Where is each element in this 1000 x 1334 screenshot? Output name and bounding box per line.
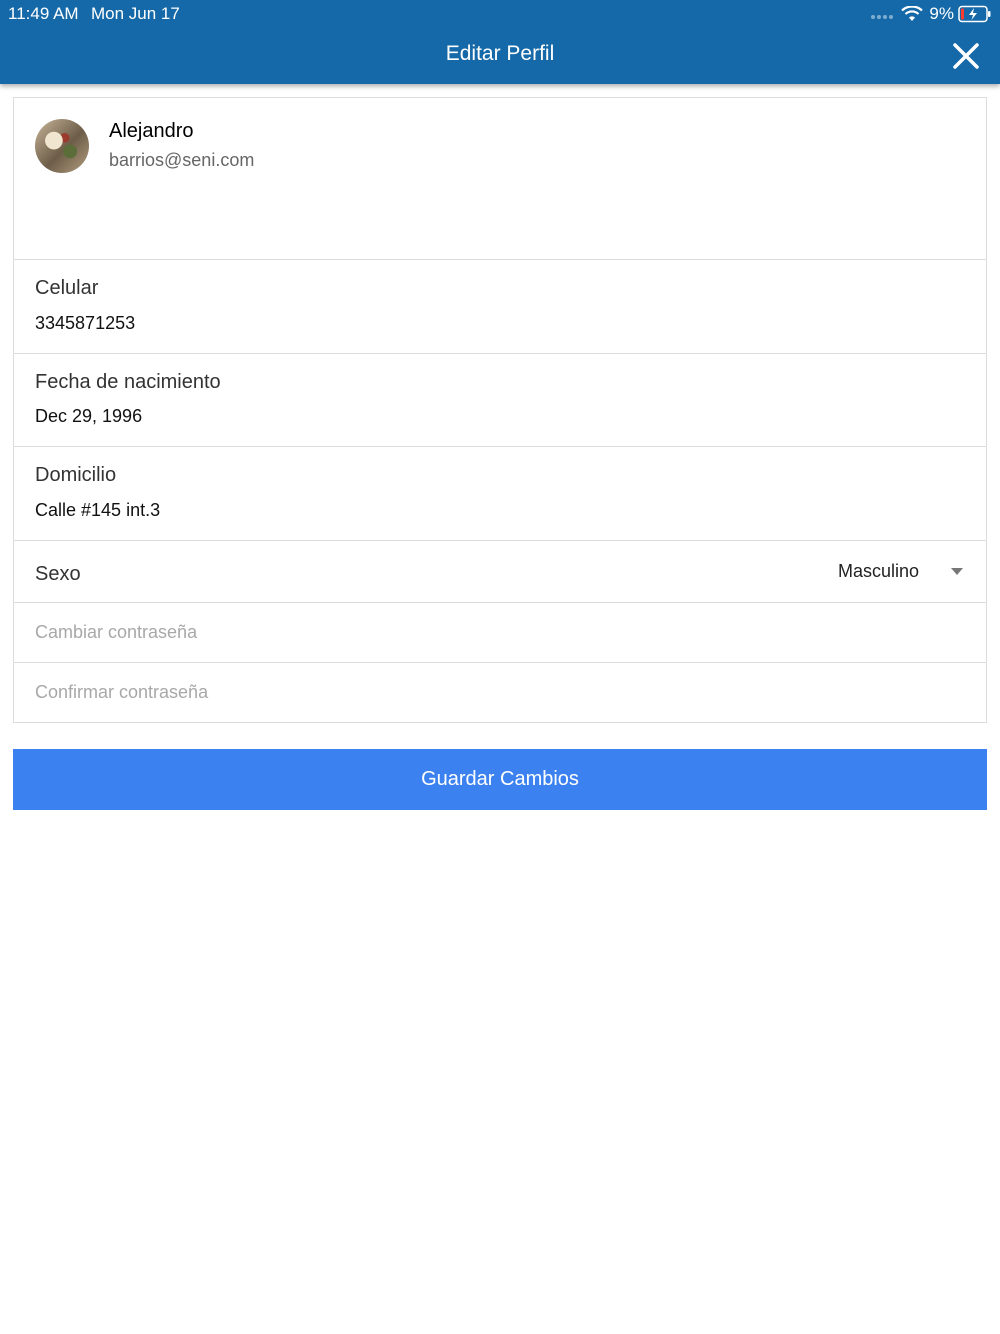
app-header: 11:49 AM Mon Jun 17 9% Editar Perfil <box>0 0 1000 84</box>
celular-field[interactable]: Celular 3345871253 <box>14 260 986 354</box>
profile-name: Alejandro <box>109 120 194 142</box>
avatar[interactable] <box>35 119 89 173</box>
domicilio-value[interactable]: Calle #145 int.3 <box>35 500 160 521</box>
domicilio-label: Domicilio <box>35 464 117 486</box>
profile-email: barrios@seni.com <box>109 150 255 170</box>
close-icon[interactable] <box>948 38 984 74</box>
confirm-password-row <box>14 663 986 722</box>
sexo-value[interactable]: Masculino <box>838 561 919 582</box>
signal-icon <box>871 15 894 19</box>
celular-value[interactable]: 3345871253 <box>35 313 135 334</box>
celular-label: Celular <box>35 277 99 299</box>
fecha-nacimiento-value[interactable]: Dec 29, 1996 <box>35 406 142 427</box>
chevron-down-icon[interactable] <box>951 568 963 575</box>
sexo-label: Sexo <box>35 563 81 585</box>
status-indicators: 9% <box>871 4 992 24</box>
confirm-password-input[interactable] <box>35 663 965 721</box>
status-time: 11:49 AM <box>8 4 79 23</box>
save-changes-button[interactable]: Guardar Cambios <box>13 749 987 810</box>
profile-form-card: Alejandro barrios@seni.com Celular 33458… <box>13 97 987 723</box>
sexo-select[interactable]: Sexo Masculino <box>14 541 986 603</box>
battery-charging-icon <box>958 5 991 23</box>
domicilio-field[interactable]: Domicilio Calle #145 int.3 <box>14 447 986 541</box>
status-date: Mon Jun 17 <box>91 4 180 23</box>
battery-percentage: 9% <box>929 4 954 23</box>
wifi-icon <box>901 6 924 21</box>
change-password-row <box>14 603 986 663</box>
fecha-nacimiento-field[interactable]: Fecha de nacimiento Dec 29, 1996 <box>14 354 986 447</box>
profile-summary: Alejandro barrios@seni.com <box>14 98 986 260</box>
fecha-nacimiento-label: Fecha de nacimiento <box>35 371 221 393</box>
change-password-input[interactable] <box>35 603 965 661</box>
page-title: Editar Perfil <box>445 42 555 65</box>
